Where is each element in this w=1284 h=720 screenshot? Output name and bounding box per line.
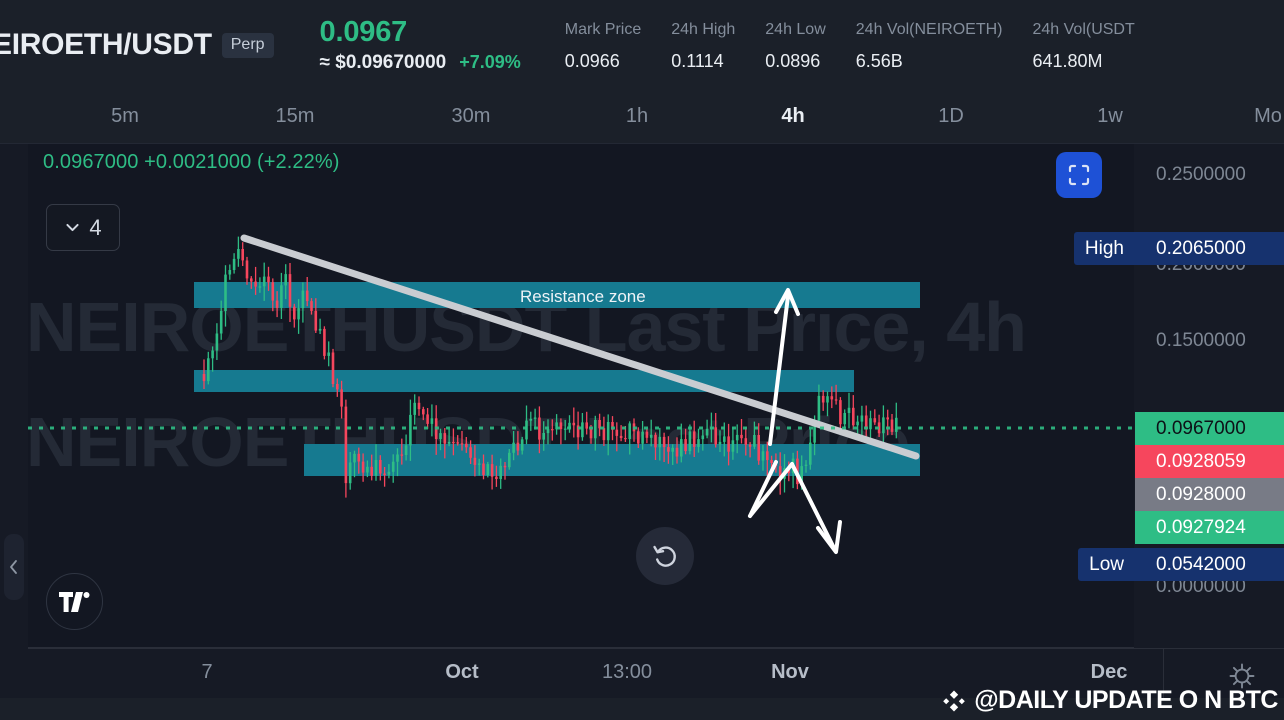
trendline — [240, 234, 920, 460]
time-label-Oct: Oct — [445, 661, 479, 683]
bearish-arrow — [748, 460, 842, 554]
contract-type-badge: Perp — [221, 32, 274, 58]
trading-chart-screen: EIROETH/USDT Perp 0.0967 ≈ $0.09670000 +… — [0, 0, 1284, 720]
last-price: 0.0967 — [319, 15, 408, 48]
stat-3: 24h Vol(NEIROETH) 6.56B — [856, 18, 1033, 72]
chart-area: NEIROETHUSDT Last Price, 4h NEIROETHUSDT… — [0, 144, 1284, 720]
chart-legend: 0.0967000 +0.0021000 (+2.22%) — [43, 151, 340, 173]
price-badge-0.0928000: 0.0928000 — [1135, 478, 1284, 511]
price-badge-0.0542000: 0.0542000 — [1135, 548, 1284, 581]
price-badge-0.0928059: 0.0928059 — [1135, 445, 1284, 478]
price-block: 0.0967 ≈ $0.09670000 +7.09% — [320, 16, 521, 74]
binance-logo-icon — [943, 690, 966, 711]
stat-1: 24h High 0.1114 — [671, 18, 765, 72]
price-sub-row: ≈ $0.09670000 +7.09% — [320, 52, 521, 74]
usd-price: ≈ $0.09670000 — [319, 52, 447, 74]
chart-pane[interactable]: NEIROETHUSDT Last Price, 4h NEIROETHUSDT… — [28, 144, 1134, 647]
symbol-name: EIROETH/USDT — [0, 28, 212, 61]
price-tick-2: 0.1500000 — [1156, 330, 1246, 351]
stat-value: 0.0896 — [765, 51, 821, 71]
symbol-group[interactable]: EIROETH/USDT Perp — [0, 28, 274, 62]
interval-tab-4h[interactable]: 4h — [753, 105, 833, 128]
stat-value: 0.1114 — [671, 51, 724, 71]
sidebar-collapse-handle[interactable] — [4, 534, 24, 600]
reset-chart-button[interactable] — [636, 527, 694, 585]
price-badge-0.0967000: 0.0967000 — [1135, 412, 1284, 445]
interval-tab-5m[interactable]: 5m — [85, 105, 165, 128]
price-badge-0.2065000: 0.2065000 — [1135, 232, 1284, 265]
resistance-zone-label: Resistance zone — [520, 287, 646, 306]
stat-value: 6.56B — [855, 51, 903, 71]
time-label-7: 7 — [201, 661, 213, 683]
price-tick-0: 0.2500000 — [1156, 164, 1246, 185]
stat-label: 24h Vol(NEIROETH) — [855, 21, 1003, 38]
price-badge-0.0927924: 0.0927924 — [1135, 511, 1284, 544]
stat-value: 641.80M — [1032, 51, 1103, 71]
time-scale-topline — [28, 648, 1284, 649]
time-label-Nov: Nov — [771, 661, 809, 683]
undo-icon — [653, 545, 676, 567]
interval-tab-Mo[interactable]: Mo — [1228, 105, 1284, 128]
interval-tab-1w[interactable]: 1w — [1070, 105, 1150, 128]
interval-tab-30m[interactable]: 30m — [431, 105, 511, 128]
interval-tab-1D[interactable]: 1D — [911, 105, 991, 128]
market-header: EIROETH/USDT Perp 0.0967 ≈ $0.09670000 +… — [0, 0, 1284, 90]
interval-tab-15m[interactable]: 15m — [255, 105, 335, 128]
interval-tabs[interactable]: 5m 15m 30m 1h 4h 1D 1w Mo — [0, 90, 1284, 144]
channel-name: @DAILY UPDATE O N BTC — [974, 686, 1278, 714]
stat-value: 0.0966 — [564, 51, 620, 71]
chevron-left-icon — [10, 560, 17, 574]
bullish-arrow — [768, 288, 800, 446]
tradingview-logo-button[interactable] — [46, 573, 103, 630]
price-tag-high: High — [1073, 232, 1135, 265]
stat-label: 24h Vol(USDT — [1032, 21, 1135, 38]
channel-watermark: @DAILY UPDATE O N BTC — [941, 686, 1278, 715]
fullscreen-icon — [1068, 164, 1090, 186]
interval-selector-chip[interactable]: 4 — [46, 204, 120, 251]
tradingview-logo-icon — [58, 591, 89, 612]
stat-label: Mark Price — [564, 21, 642, 38]
interval-tab-1h[interactable]: 1h — [597, 105, 677, 128]
time-label-Dec: Dec — [1090, 661, 1128, 683]
interval-chip-value: 4 — [89, 214, 102, 240]
fullscreen-button[interactable] — [1056, 152, 1102, 198]
stat-label: 24h High — [671, 21, 736, 38]
stat-2: 24h Low 0.0896 — [765, 18, 856, 72]
stat-4: 24h Vol(USDT 641.80M — [1032, 18, 1164, 72]
chevron-down-icon — [66, 223, 79, 232]
price-tag-low: Low — [1078, 548, 1135, 581]
price-change-percent: +7.09% — [459, 52, 521, 73]
stat-label: 24h Low — [765, 21, 826, 38]
time-label-13:00: 13:00 — [601, 661, 653, 683]
chart-drawings — [28, 234, 1134, 554]
market-stats: Mark Price 0.0966 24h High 0.1114 24h Low 0.0… — [565, 18, 1165, 72]
stat-0: Mark Price 0.0966 — [565, 18, 671, 72]
price-scale[interactable]: 0.25000000.20000000.15000000.00000000.20… — [1073, 144, 1284, 647]
